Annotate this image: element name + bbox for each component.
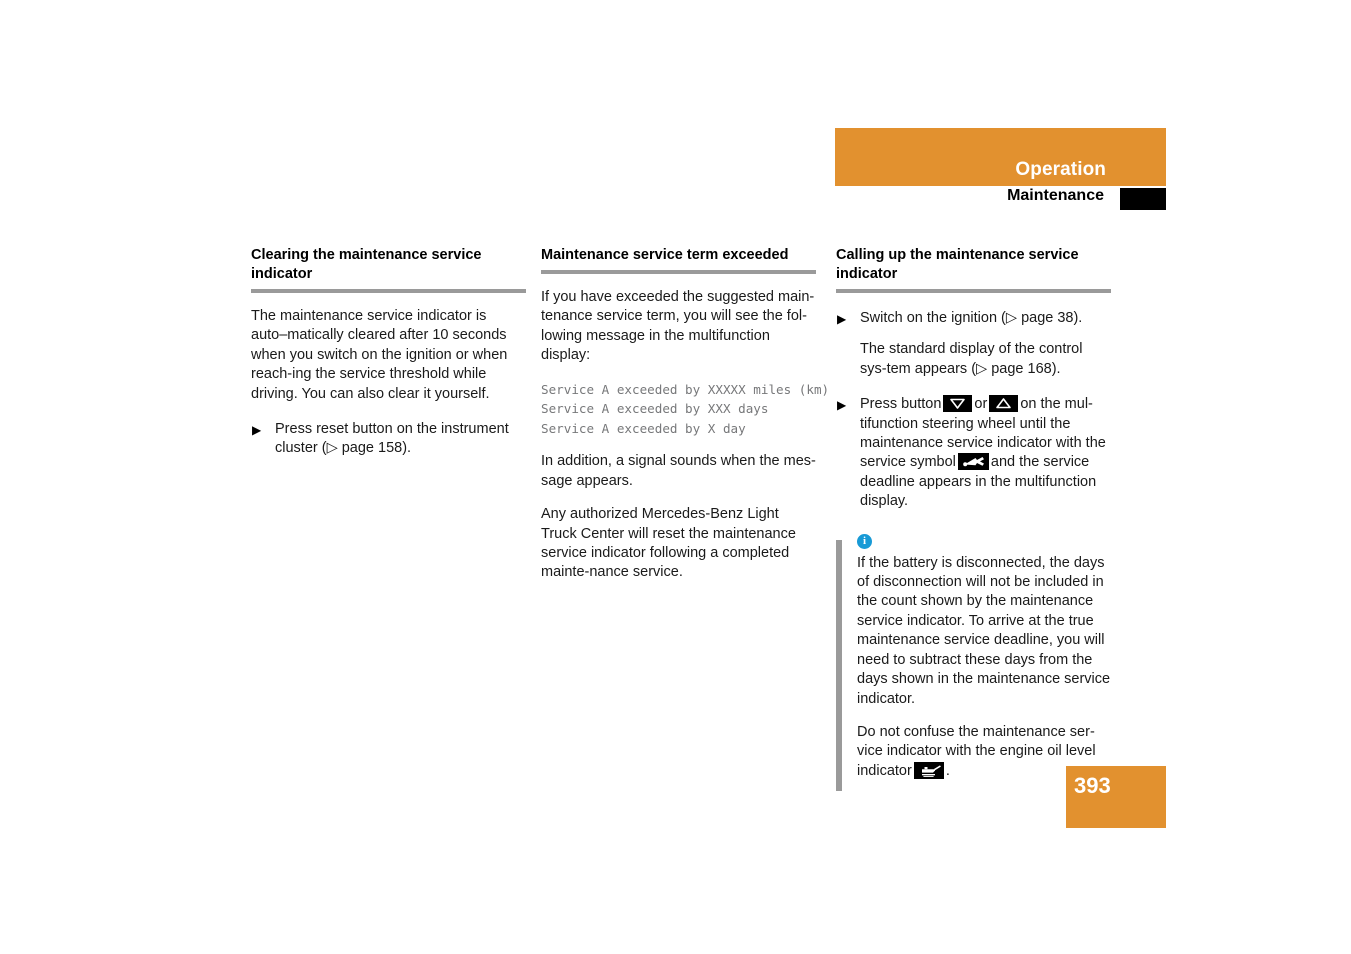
note-paragraph-two-part-2: . [945, 762, 950, 779]
column-two-paragraph-three: Any authorized Mercedes-Benz Light Truck… [541, 506, 796, 581]
wrench-icon [957, 453, 989, 471]
instruction-step-result: The standard display of the control sys‐… [860, 341, 1083, 377]
section-header-row: Maintenance [835, 187, 1166, 210]
heading-rule [541, 270, 816, 274]
instruction-step-text-part-1: Press button [860, 396, 942, 413]
column-two-paragraph-one: If you have exceeded the suggested main‐… [541, 289, 815, 364]
arrow-down-button-icon [943, 395, 973, 413]
page-number: 393 [1074, 773, 1111, 798]
multifunction-display-message: Service A exceeded by XXXXX miles (km) S… [541, 381, 830, 436]
arrow-up-button-icon [989, 395, 1019, 413]
instruction-step-press-button: ▶ Press button or on the mul‐tifunction … [836, 395, 1111, 511]
chapter-thumb-tab [1120, 188, 1166, 210]
step-bullet-icon: ▶ [837, 312, 847, 326]
note-accent-bar [836, 539, 842, 791]
column-two-heading: Maintenance service term exceeded [541, 247, 789, 263]
section-title: Maintenance [1007, 187, 1104, 204]
info-icon: i [857, 533, 872, 549]
column-one-heading: Clearing the maintenance service indicat… [251, 247, 482, 282]
step-bullet-icon: ▶ [837, 398, 847, 413]
heading-rule [251, 289, 526, 293]
note-paragraph-one: If the battery is disconnected, the days… [857, 554, 1111, 707]
column-one-paragraph: The maintenance service indicator is aut… [251, 308, 508, 402]
info-note: i If the battery is disconnected, the da… [836, 533, 1111, 791]
column-one: Clearing the maintenance service indicat… [251, 246, 526, 459]
column-three: Calling up the maintenance service indic… [836, 246, 1111, 791]
column-two-paragraph-two: In addition, a signal sounds when the me… [541, 453, 816, 489]
heading-rule [836, 289, 1111, 293]
step-bullet-icon: ▶ [252, 423, 262, 438]
column-three-heading: Calling up the maintenance service indic… [836, 247, 1079, 282]
instruction-step-text-part-2: or [974, 396, 988, 413]
chapter-header-band: Operation [835, 128, 1166, 186]
instruction-step-text: Press reset button on the instrument clu… [275, 421, 509, 457]
instruction-step: ▶ Press reset button on the instrument c… [251, 420, 526, 459]
column-two: Maintenance service term exceeded If you… [541, 246, 830, 583]
chapter-title: Operation [1015, 159, 1106, 180]
instruction-step-text: Switch on the ignition (▷ page 38). [860, 310, 1083, 326]
note-paragraph-two-part-1: Do not confuse the maintenance ser‐vice … [857, 723, 1096, 779]
instruction-step-ignition: ▶ Switch on the ignition (▷ page 38). [836, 309, 1111, 328]
oil-can-icon [913, 761, 944, 779]
page-number-box: 393 [1066, 766, 1166, 828]
